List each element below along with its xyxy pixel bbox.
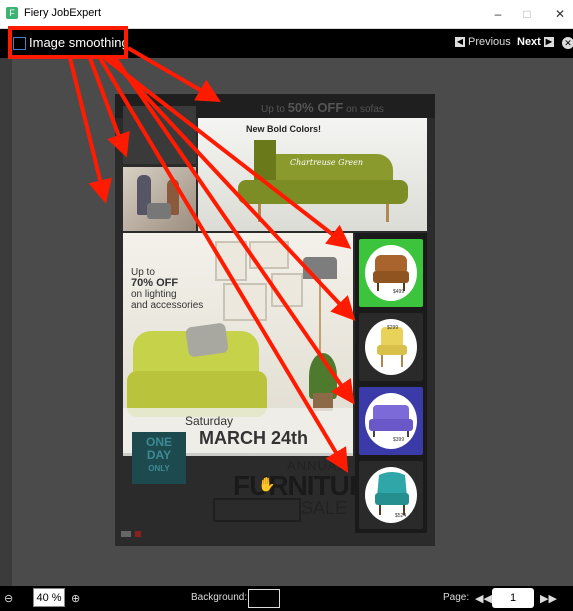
product-tile: $499: [359, 239, 423, 307]
floor-lamp-shade: [303, 257, 337, 279]
background-label: Background:: [191, 592, 248, 603]
double-chevron-left-icon[interactable]: ◀◀: [475, 592, 492, 605]
event-day: Saturday: [185, 414, 234, 428]
one-day-only-badge: ONE DAY ONLY: [132, 432, 186, 484]
page-label: Page:: [443, 592, 470, 603]
product-price: $524: [395, 513, 407, 519]
minimize-button[interactable]: –: [485, 3, 511, 25]
fiery-app-icon: F: [6, 7, 18, 19]
hand-cursor-icon: ✋: [258, 476, 276, 492]
product-price: $299: [387, 325, 399, 331]
sofa-leg: [258, 204, 261, 222]
bold-colors-text: New Bold Colors!: [246, 124, 322, 134]
footer-logo-icon: [121, 531, 141, 537]
page-number-input[interactable]: 1: [492, 588, 534, 608]
product-tile: $399: [359, 387, 423, 455]
event-date: MARCH 24th: [199, 428, 309, 448]
close-window-button[interactable]: ✕: [547, 3, 573, 25]
previous-label: Previous: [468, 36, 511, 48]
sale-text: SALE: [301, 498, 348, 518]
armchair-purple: [369, 405, 413, 437]
sofa-seat: [238, 180, 408, 204]
wall-frame: [215, 241, 247, 281]
zoom-out-icon[interactable]: ⊖: [4, 592, 13, 605]
zoom-level-input[interactable]: 40 %: [33, 588, 65, 607]
doc-dark-strip: [123, 106, 196, 164]
status-bar: ⊖ 40 % ⊕ Background: Page: ◀◀ 1 ▶▶: [0, 586, 573, 611]
wall-frame: [249, 241, 289, 269]
product-price: $499: [393, 289, 405, 295]
close-circle-icon[interactable]: ✕: [562, 37, 573, 49]
product-price: $399: [393, 437, 405, 443]
maximize-button[interactable]: □: [514, 3, 540, 25]
previous-button[interactable]: ◀ Previous: [455, 36, 511, 48]
next-label: Next: [517, 36, 541, 48]
chair: [147, 203, 171, 219]
couple-photo: [123, 167, 196, 231]
wall-frame: [223, 283, 267, 321]
wall-frame: [271, 273, 303, 307]
product-tile: $299: [359, 313, 423, 381]
promo-text: Up to 70% OFF on lighting and accessorie…: [131, 267, 204, 311]
next-button[interactable]: Next ▶: [517, 36, 554, 48]
sofa-leg: [386, 204, 389, 222]
background-color-swatch[interactable]: [248, 589, 280, 608]
armchair-brown: [373, 255, 409, 291]
doc-footer: [121, 526, 371, 537]
annotation-highlight-box: [8, 26, 128, 59]
title-bar: F Fiery JobExpert – □ ✕: [0, 0, 573, 29]
zoom-in-icon[interactable]: ⊕: [71, 592, 80, 605]
banner-text: Up to 50% OFF on sofas: [261, 100, 384, 115]
product-tile: $524: [359, 461, 423, 529]
wingchair-teal: [375, 472, 409, 515]
sale-ghost-text: [213, 498, 301, 522]
arrow-left-box-icon: ◀: [455, 37, 465, 48]
double-chevron-right-icon[interactable]: ▶▶: [540, 592, 557, 605]
pillow: [185, 322, 229, 358]
window-title: Fiery JobExpert: [24, 7, 102, 19]
product-tiles: $499 $299 $399 $524: [355, 233, 427, 533]
sofa-photo: New Bold Colors! Chartreuse Green: [198, 118, 427, 231]
sofa-color-label: Chartreuse Green: [290, 158, 364, 167]
arrow-right-box-icon: ▶: [543, 37, 554, 48]
